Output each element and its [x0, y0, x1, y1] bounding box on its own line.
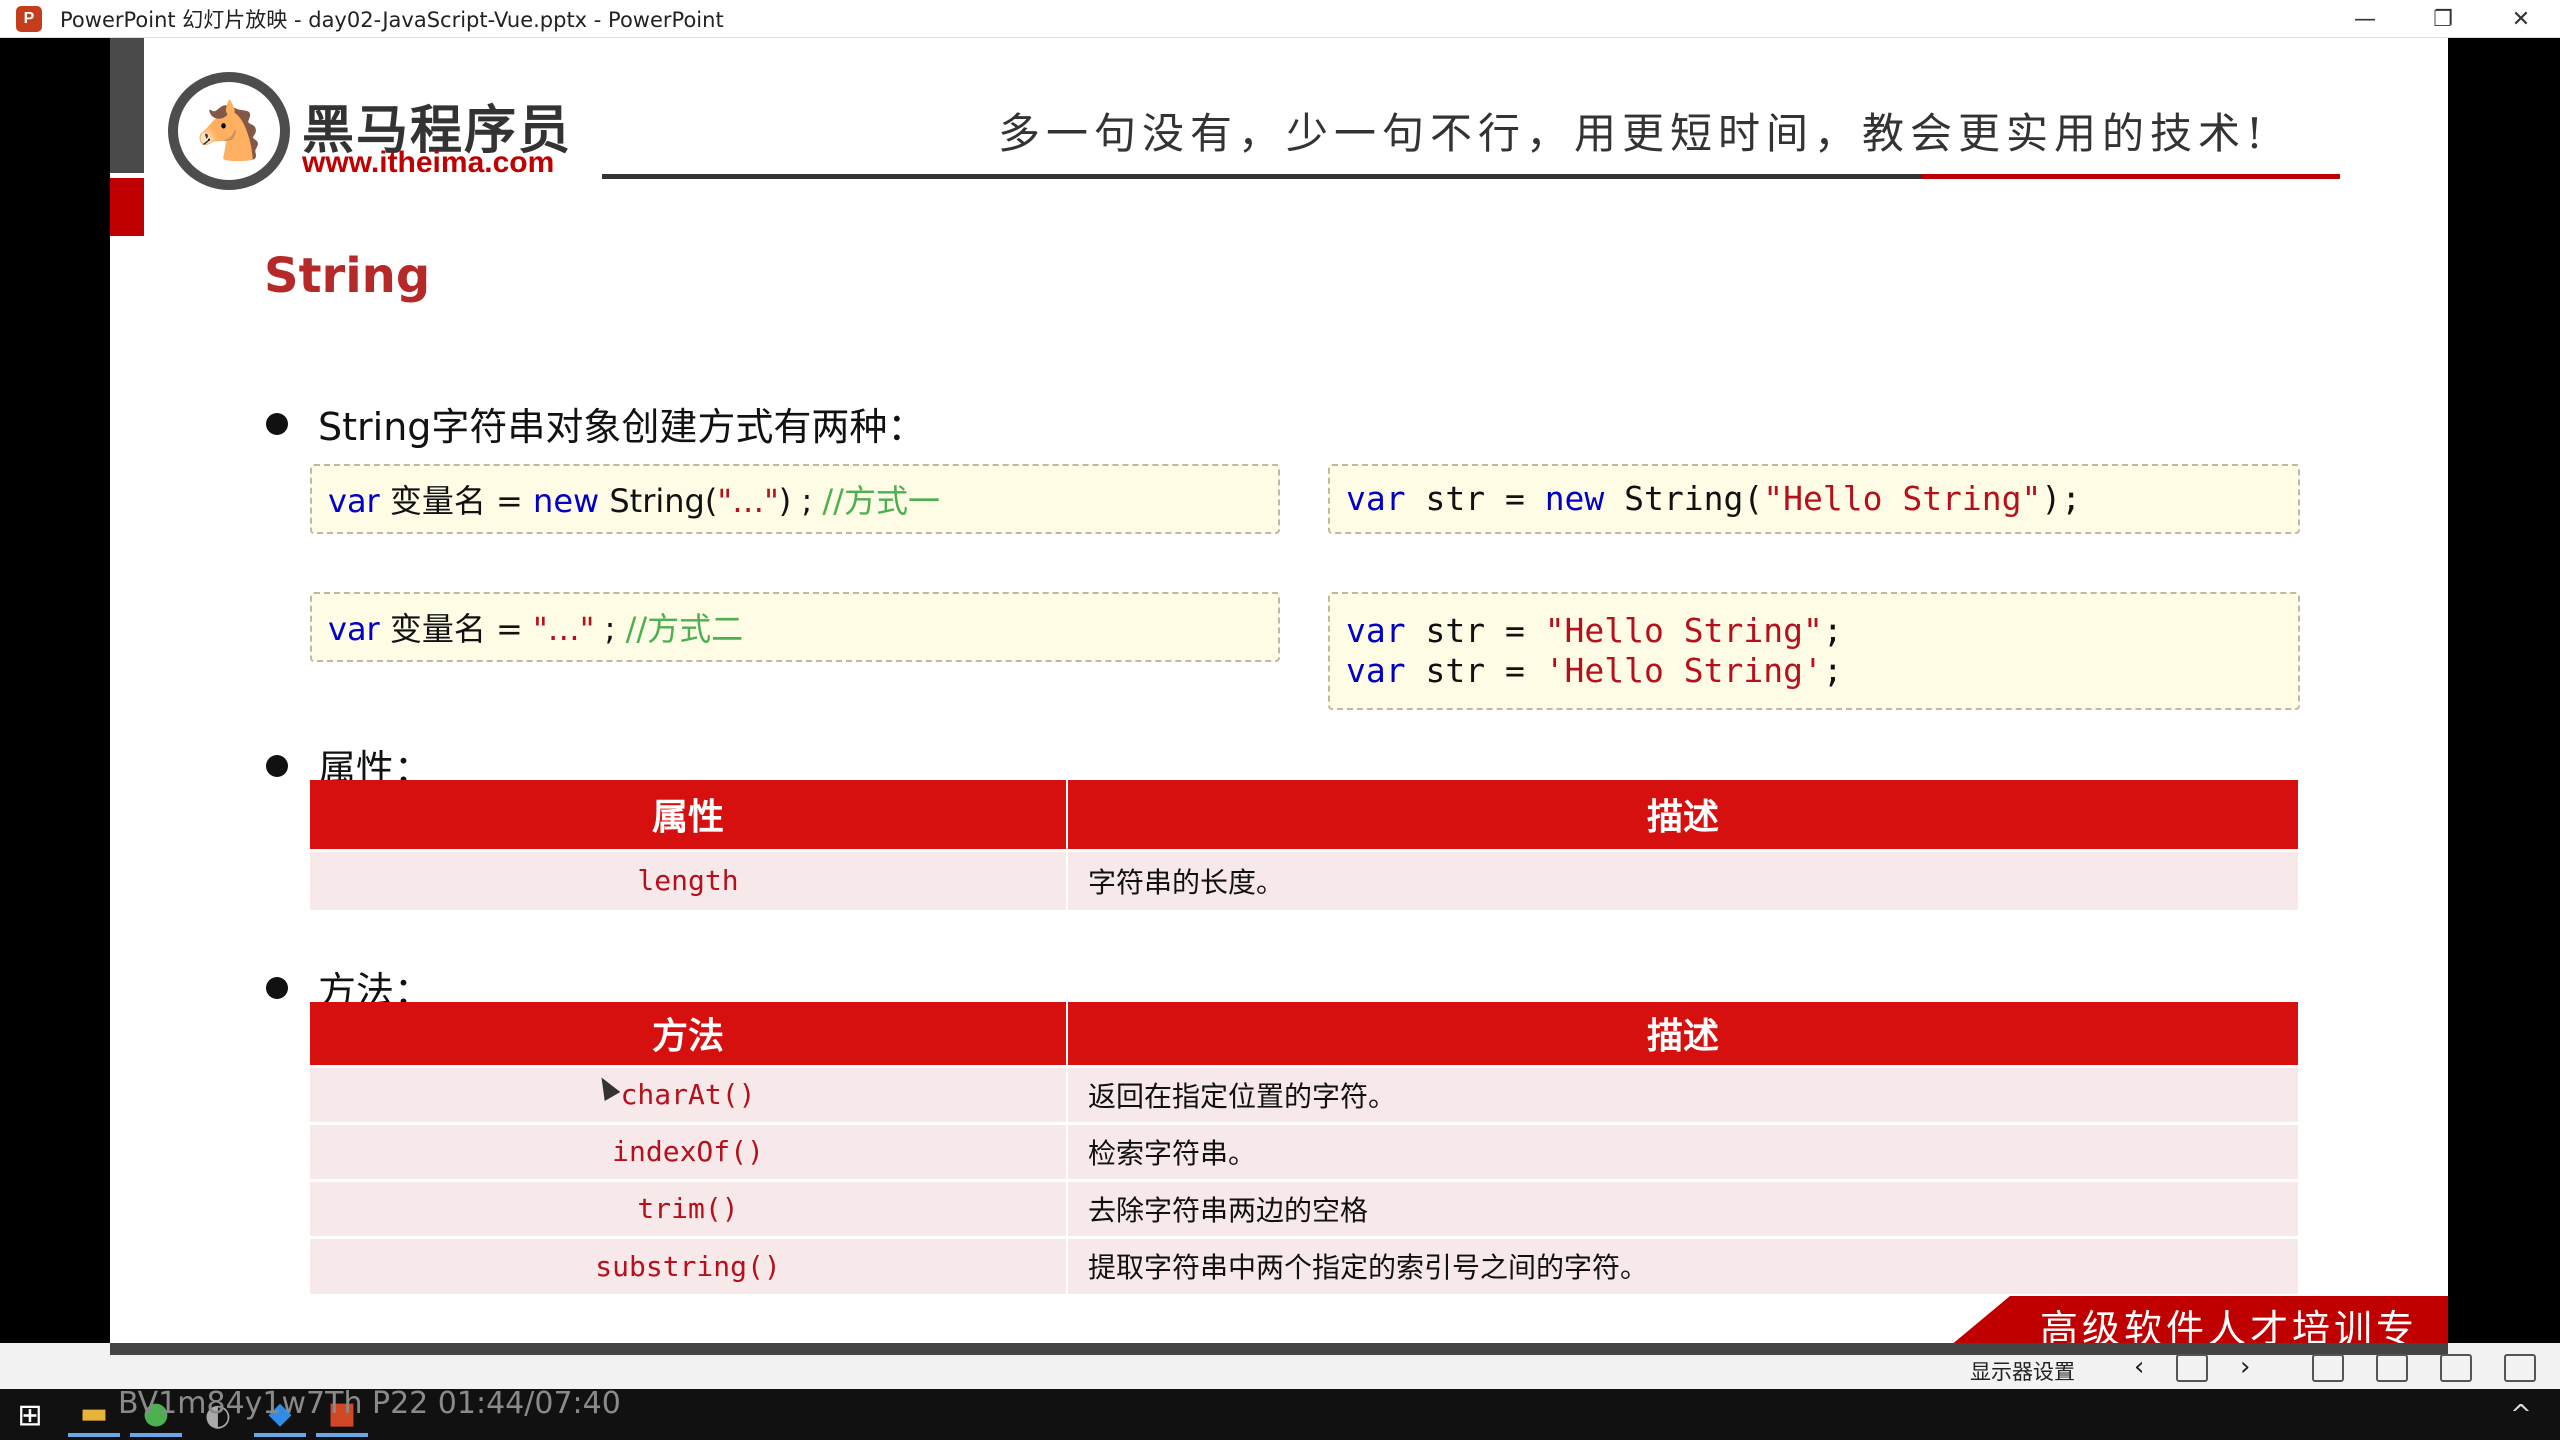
code-token: str =: [1405, 651, 1545, 690]
code-comment: //方式二: [625, 610, 744, 648]
method-table: 方法 描述 charAt() 返回在指定位置的字符。 indexOf() 检索字…: [310, 1002, 2298, 1294]
bullet-dot-icon: [266, 754, 288, 777]
window-title: PowerPoint 幻灯片放映 - day02-JavaScript-Vue.…: [60, 7, 724, 32]
table-row: indexOf() 检索字符串。: [310, 1121, 2298, 1180]
tray-overflow-icon[interactable]: ^: [2510, 1400, 2532, 1430]
bullet-dot-icon: [266, 412, 288, 435]
code-token: "…": [533, 610, 595, 648]
restore-button[interactable]: ❐: [2404, 0, 2482, 38]
code-box-way2: var 变量名 = "…" ; //方式二: [310, 592, 1280, 662]
code-token: new: [1544, 479, 1605, 518]
code-box-way1: var 变量名 = new String("…") ; //方式一: [310, 464, 1280, 534]
code-token: String(: [599, 482, 718, 520]
reading-view-icon[interactable]: [2440, 1354, 2472, 1382]
bullet-create: String字符串对象创建方式有两种：: [266, 396, 925, 451]
property-description: 字符串的长度。: [1067, 848, 2298, 910]
method-description: 提取字符串中两个指定的索引号之间的字符。: [1067, 1235, 2298, 1294]
column-header: 描述: [1067, 1002, 2298, 1066]
code-token: 变量名 =: [379, 610, 534, 648]
header-rule-red: [1922, 174, 2340, 179]
method-description: 检索字符串。: [1067, 1121, 2298, 1180]
code-token: ) ;: [778, 482, 823, 520]
slideshow-view-icon[interactable]: [2504, 1354, 2536, 1382]
file-explorer-icon[interactable]: ▬: [68, 1393, 120, 1437]
code-token: 变量名 =: [379, 482, 534, 520]
code-token: "…": [717, 482, 779, 520]
code-token: var: [1346, 479, 1406, 518]
table-header-row: 属性 描述: [310, 780, 2298, 850]
method-name: substring(): [310, 1235, 1068, 1294]
horse-logo-icon: 🐴: [168, 72, 290, 190]
display-settings-button[interactable]: 显示器设置: [1970, 1356, 2075, 1386]
normal-view-icon[interactable]: [2312, 1354, 2344, 1382]
grid-view-icon[interactable]: [2376, 1354, 2408, 1382]
decor-band-red: [110, 178, 144, 236]
slide-title: String: [264, 248, 431, 304]
code-token: "Hello String": [1763, 479, 2042, 518]
code-token: str =: [1405, 611, 1545, 650]
bullet-dot-icon: [266, 976, 288, 999]
method-name: trim(): [310, 1178, 1068, 1237]
powerpoint-app-icon: P: [16, 5, 42, 32]
slide-canvas[interactable]: 🐴 黑马程序员 www.itheima.com 多一句没有，少一句不行，用更短时…: [110, 38, 2448, 1343]
code-token: );: [2041, 479, 2082, 518]
property-name: length: [310, 848, 1068, 910]
header-rule-gray: [602, 174, 1922, 179]
code-token: "Hello String": [1544, 611, 1823, 650]
prev-slide-button[interactable]: ‹: [2134, 1352, 2144, 1382]
code-token: 'Hello String': [1544, 651, 1823, 690]
property-table: 属性 描述 length 字符串的长度。: [310, 780, 2298, 910]
close-button[interactable]: ✕: [2482, 0, 2560, 38]
footer-slogan: 高级软件人才培训专家: [2040, 1307, 2419, 1343]
minimize-button[interactable]: —: [2326, 0, 2404, 38]
method-name: indexOf(): [310, 1121, 1068, 1180]
slide-progress-strip: [110, 1343, 2448, 1355]
video-watermark: BV1m84y1w7Th P22 01:44/07:40: [118, 1386, 621, 1421]
code-token: str =: [1405, 479, 1545, 518]
bullet-text: String字符串对象创建方式有两种：: [318, 405, 926, 449]
method-description: 去除字符串两边的空格: [1067, 1178, 2298, 1237]
code-token: ;: [1822, 611, 1843, 650]
code-token: new: [533, 482, 600, 520]
table-header-row: 方法 描述: [310, 1002, 2298, 1066]
next-slide-button[interactable]: ›: [2240, 1352, 2250, 1382]
header-slogan: 多一句没有，少一句不行，用更短时间，教会更实用的技术!: [998, 109, 2269, 158]
start-menu-icon[interactable]: ⊞: [4, 1393, 56, 1437]
window-titlebar: P PowerPoint 幻灯片放映 - day02-JavaScript-Vu…: [0, 0, 2560, 38]
code-token: var: [1346, 611, 1406, 650]
code-box-example2: var str = "Hello String"; var str = 'Hel…: [1328, 592, 2300, 710]
logo-url: www.itheima.com: [302, 146, 555, 179]
column-header: 描述: [1067, 780, 2298, 850]
slide-sorter-icon[interactable]: [2176, 1354, 2208, 1382]
code-token: String(: [1604, 479, 1764, 518]
table-row: substring() 提取字符串中两个指定的索引号之间的字符。: [310, 1235, 2298, 1294]
table-row: trim() 去除字符串两边的空格: [310, 1178, 2298, 1237]
method-description: 返回在指定位置的字符。: [1067, 1064, 2298, 1123]
code-token: var: [1346, 651, 1406, 690]
method-name: charAt(): [310, 1064, 1068, 1123]
code-comment: //方式一: [822, 482, 940, 520]
column-header: 方法: [310, 1002, 1068, 1066]
code-token: ;: [1822, 651, 1843, 690]
decor-band-gray: [110, 38, 144, 173]
code-token: ;: [594, 610, 626, 648]
column-header: 属性: [310, 780, 1068, 850]
code-box-example1: var str = new String("Hello String");: [1328, 464, 2300, 534]
table-row: length 字符串的长度。: [310, 848, 2298, 910]
code-token: var: [328, 610, 380, 648]
code-token: var: [328, 482, 380, 520]
